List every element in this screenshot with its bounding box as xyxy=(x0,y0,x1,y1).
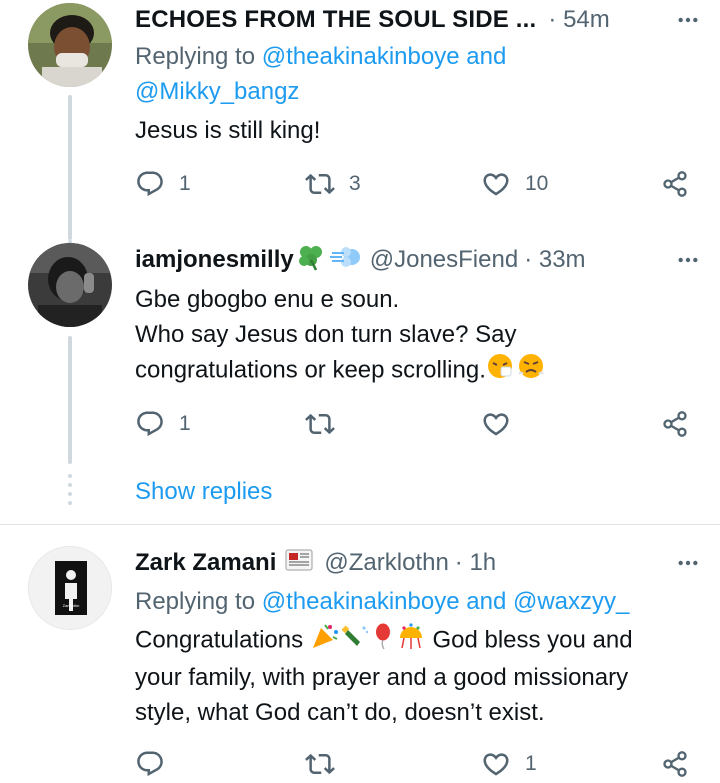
tweet-text-line: style, what God can’t do, doesn’t exist. xyxy=(135,699,545,726)
share-button[interactable] xyxy=(661,406,689,442)
retweet-icon xyxy=(305,749,335,779)
retweet-button[interactable] xyxy=(305,406,349,442)
divider xyxy=(0,524,720,525)
tweet-header: ECHOES FROM THE SOUL SIDE ... · 54m xyxy=(135,3,700,37)
replying-to-label: Replying to xyxy=(135,588,262,615)
tweet-text: Gbe gbogbo enu e soun. Who say Jesus don… xyxy=(135,282,696,390)
avatar[interactable]: Zarklothn xyxy=(28,546,112,630)
tweet-actions: 1 3 10 xyxy=(135,166,695,202)
confetti-ball-icon xyxy=(396,622,426,660)
like-button[interactable] xyxy=(481,406,525,442)
newspaper-icon xyxy=(284,548,314,579)
thread-line xyxy=(68,336,72,464)
tweet-text-line: Who say Jesus don turn slave? Say xyxy=(135,321,517,348)
retweet-icon xyxy=(305,169,335,199)
like-button[interactable]: 10 xyxy=(481,166,548,202)
timestamp[interactable]: · 54m xyxy=(548,6,609,34)
retweet-icon xyxy=(305,409,335,439)
balloon-icon xyxy=(372,622,394,660)
avatar-caption: Zarklothn xyxy=(62,603,80,608)
tweet-text: Congratulations God bless you and your f… xyxy=(135,622,696,730)
avatar[interactable] xyxy=(28,243,112,327)
tweet-header: Zark Zamani @Zarklothn · 1h xyxy=(135,546,700,580)
tweet-text-line: your family, with prayer and a good miss… xyxy=(135,664,629,691)
mention-link[interactable]: @theakinakinboye xyxy=(262,43,460,70)
angry-face-icon xyxy=(517,352,545,390)
retweet-button[interactable] xyxy=(305,746,349,782)
display-name[interactable]: ECHOES FROM THE SOUL SIDE ... xyxy=(135,6,536,34)
tweet-actions: 1 xyxy=(135,746,695,782)
shamrock-icon xyxy=(296,243,326,278)
timestamp[interactable]: · 33m xyxy=(524,246,585,274)
tweet-header: iamjonesmilly @JonesFiend · 33m xyxy=(135,243,700,277)
more-icon[interactable] xyxy=(668,3,708,37)
reply-icon xyxy=(135,409,165,439)
tweet-text-line: Congratulations God bless you and xyxy=(135,622,696,660)
reply-icon xyxy=(135,169,165,199)
reply-count: 1 xyxy=(179,172,191,195)
handle[interactable]: @Zarklothn xyxy=(324,549,448,577)
reply-icon xyxy=(135,749,165,779)
sneezing-face-icon xyxy=(486,352,514,390)
retweet-button[interactable]: 3 xyxy=(305,166,361,202)
reply-button[interactable]: 1 xyxy=(135,406,191,442)
more-icon[interactable] xyxy=(668,546,708,580)
retweet-count: 3 xyxy=(349,172,361,195)
share-button[interactable] xyxy=(661,166,689,202)
heart-icon xyxy=(481,749,511,779)
tweet[interactable]: Zarklothn Zark Zamani @Zarklothn · 1h Re… xyxy=(0,546,720,783)
tweet-text-segment: congratulations or keep scrolling. xyxy=(135,356,486,384)
mention-link[interactable]: @theakinakinboye xyxy=(262,588,460,615)
mention-link[interactable]: @waxzyy_ xyxy=(513,588,629,615)
reply-button[interactable] xyxy=(135,746,179,782)
display-name[interactable]: Zark Zamani xyxy=(135,549,276,577)
more-icon[interactable] xyxy=(668,243,708,277)
replying-to: Replying to @theakinakinboye and @waxzyy… xyxy=(135,584,696,619)
like-count: 10 xyxy=(525,172,549,195)
tweet-actions: 1 xyxy=(135,406,695,442)
handle[interactable]: @JonesFiend xyxy=(370,246,518,274)
replying-and: and xyxy=(459,43,507,70)
party-popper-icon xyxy=(310,622,340,660)
thread-dots xyxy=(68,474,72,508)
replying-and: and xyxy=(459,588,513,615)
dash-icon xyxy=(329,244,362,277)
reply-count: 1 xyxy=(179,412,191,435)
like-button[interactable]: 1 xyxy=(481,746,537,782)
tweet-text-line: Gbe gbogbo enu e soun. xyxy=(135,286,400,313)
tweet[interactable]: ECHOES FROM THE SOUL SIDE ... · 54m Repl… xyxy=(0,0,720,240)
replying-to-label: Replying to xyxy=(135,43,262,70)
share-button[interactable] xyxy=(661,746,689,782)
tweet[interactable]: iamjonesmilly @JonesFiend · 33m Gbe gbog… xyxy=(0,240,720,525)
tweet-text-line: congratulations or keep scrolling. xyxy=(135,352,696,390)
reply-button[interactable]: 1 xyxy=(135,166,191,202)
mention-link[interactable]: @Mikky_bangz xyxy=(135,78,299,105)
tweet-text-segment: God bless you and xyxy=(432,626,633,654)
heart-icon xyxy=(481,409,511,439)
heart-icon xyxy=(481,169,511,199)
champagne-icon xyxy=(340,622,370,660)
timestamp[interactable]: · 1h xyxy=(455,549,496,577)
share-icon xyxy=(661,170,689,198)
like-count: 1 xyxy=(525,752,537,775)
avatar[interactable] xyxy=(28,3,112,87)
tweet-text-segment: Congratulations xyxy=(135,626,304,654)
tweet-text: Jesus is still king! xyxy=(135,117,321,144)
show-replies-link[interactable]: Show replies xyxy=(135,478,272,506)
replying-to: Replying to @theakinakinboye and @Mikky_… xyxy=(135,39,696,109)
share-icon xyxy=(661,750,689,778)
share-icon xyxy=(661,410,689,438)
display-name[interactable]: iamjonesmilly xyxy=(135,246,294,274)
thread-line xyxy=(68,95,72,240)
